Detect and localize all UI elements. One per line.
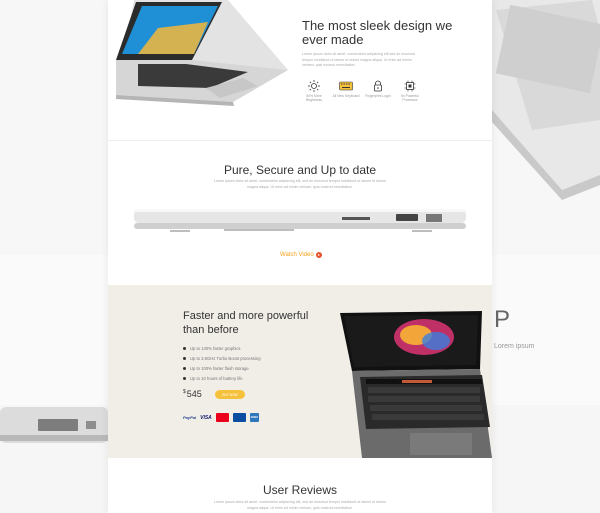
laptop-open-image	[116, 0, 288, 106]
spec-item: Up to 10 hours of battery life	[183, 373, 261, 383]
price: $545	[183, 389, 202, 399]
feature-list: 50% More Brightness All New Keyboard Fin…	[298, 80, 426, 103]
background-heading-fragment: P	[494, 306, 511, 333]
visa-logo: VISA	[200, 414, 212, 421]
background-laptop-image	[492, 0, 600, 200]
feature-label: All New Keyboard	[332, 94, 360, 98]
maestro-logo	[232, 413, 246, 422]
feature-processor: 5x Powerful Processor	[394, 80, 426, 103]
buy-now-button[interactable]: BUY NOW	[215, 390, 245, 399]
performance-title: Faster and more powerful than before	[183, 310, 309, 336]
play-icon	[315, 252, 322, 258]
paypal-logo: PayPal	[183, 415, 197, 420]
spec-item: Up to 130% faster graphics	[183, 343, 261, 353]
feature-brightness: 50% More Brightness	[298, 80, 330, 103]
feature-fingerprint: Fingerprint Login	[362, 80, 394, 103]
price-currency: $	[183, 389, 186, 395]
amex-logo: AMEX	[249, 413, 259, 422]
landing-page: The most sleek design we ever made Lorem…	[108, 0, 492, 513]
reviews-section: User Reviews Lorem ipsum dolor sit amet,…	[108, 458, 492, 513]
payment-methods: PayPal VISA AMEX	[183, 413, 263, 422]
feature-keyboard: All New Keyboard	[330, 80, 362, 103]
keyboard-icon	[339, 81, 353, 91]
secure-body: Lorem ipsum dolor sit amet, consectetur …	[213, 179, 387, 189]
lock-icon	[374, 80, 382, 92]
design-section: The most sleek design we ever made Lorem…	[108, 0, 492, 140]
secure-title: Pure, Secure and Up to date	[223, 163, 377, 177]
sun-icon	[308, 80, 320, 92]
feature-label: 5x Powerful Processor	[401, 94, 419, 103]
background-laptop-side-image	[0, 395, 108, 455]
laptop-side-profile-image	[134, 209, 466, 232]
laptop-touchbar-image	[340, 311, 492, 458]
feature-label: Fingerprint Login	[365, 94, 391, 98]
design-title: The most sleek design we ever made	[302, 18, 453, 47]
reviews-body: Lorem ipsum dolor sit amet, consectetur …	[213, 500, 387, 510]
design-body: Lorem ipsum dolor sit amet, consectetur …	[302, 52, 415, 67]
feature-label: 50% More Brightness	[305, 94, 323, 103]
reviews-title: User Reviews	[262, 483, 337, 497]
background-body-fragment: Lorem ipsum	[494, 343, 535, 350]
performance-section: Faster and more powerful than before Up …	[108, 285, 492, 458]
watch-video-label: Watch Video	[280, 252, 314, 258]
spec-item: Up to 3.8GHz Turbo Boost processing	[183, 353, 261, 363]
secure-section: Pure, Secure and Up to date Lorem ipsum …	[108, 141, 492, 285]
spec-item: Up to 100% faster flash storage	[183, 363, 261, 373]
watch-video-link[interactable]: Watch Video	[280, 252, 322, 258]
mastercard-logo	[215, 413, 229, 422]
chip-icon	[404, 80, 416, 92]
spec-list: Up to 130% faster graphics Up to 3.8GHz …	[183, 343, 261, 383]
price-value: 545	[186, 389, 202, 399]
